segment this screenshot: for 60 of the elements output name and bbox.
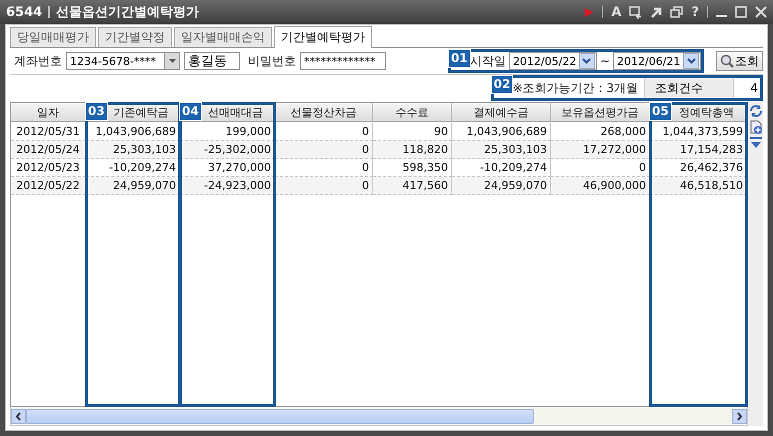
password-label: 비밀번호 <box>248 52 296 70</box>
password-field[interactable]: ************* <box>300 52 386 70</box>
table-cell: 17,154,283 <box>650 141 747 159</box>
restore-icon[interactable] <box>670 6 684 18</box>
horizontal-scrollbar[interactable] <box>10 407 748 426</box>
table-cell: 0 <box>275 141 373 159</box>
table-cell: 46,900,000 <box>551 177 650 195</box>
maximize-icon[interactable] <box>735 6 747 18</box>
table-cell: 118,820 <box>373 141 452 159</box>
start-date-field[interactable]: 2012/05/22 <box>508 52 597 70</box>
new-window-icon[interactable] <box>629 6 642 18</box>
table-cell: 24,959,070 <box>452 177 551 195</box>
column-header[interactable]: 수수료 <box>373 103 452 122</box>
period-note: ※조회가능기간 : 3개월 <box>512 80 638 96</box>
callout-badge: 03 <box>85 102 108 121</box>
tab[interactable]: 기간별예탁평가 <box>274 26 372 48</box>
close-icon[interactable] <box>755 6 767 18</box>
font-button[interactable]: A <box>611 4 622 20</box>
account-label: 계좌번호 <box>14 52 62 70</box>
table-cell: 2012/05/24 <box>11 141 86 159</box>
callout-badge: 02 <box>490 75 514 94</box>
caret-icon[interactable] <box>168 58 176 64</box>
search-button[interactable]: 조회 <box>716 51 763 71</box>
refresh-icon[interactable] <box>748 104 762 118</box>
table-cell: -25,302,000 <box>180 141 275 159</box>
count-label: 조회건수 <box>644 77 734 99</box>
tab[interactable]: 일자별매매손익 <box>174 27 272 47</box>
table-cell: 25,303,103 <box>452 141 551 159</box>
window-title: 선물옵션기간별예탁평가 <box>56 4 200 21</box>
range-separator: ~ <box>600 54 610 68</box>
move-down-icon[interactable] <box>748 136 762 150</box>
add-document-icon[interactable] <box>748 120 762 134</box>
table-cell: 0 <box>275 177 373 195</box>
arrow-icon[interactable] <box>650 6 662 18</box>
name-field: 홍길동 <box>184 52 240 70</box>
chevron-down-icon[interactable] <box>686 58 696 64</box>
table-cell: 2012/05/22 <box>11 177 86 195</box>
start-date-label: 시작일 <box>470 52 506 70</box>
tab[interactable]: 기간별약정 <box>98 27 172 47</box>
callout-badge: 01 <box>448 49 471 68</box>
help-button[interactable]: ? <box>691 4 699 20</box>
column-header[interactable]: 일자 <box>11 103 86 122</box>
callout-badge: 04 <box>179 102 202 121</box>
table-cell: 17,272,000 <box>551 141 650 159</box>
column-header[interactable]: 선물정산차금 <box>275 103 373 122</box>
table-cell: -24,923,000 <box>180 177 275 195</box>
table-cell: 417,560 <box>373 177 452 195</box>
column-header[interactable]: 결제예수금 <box>452 103 551 122</box>
table-cell: 25,303,103 <box>86 141 180 159</box>
tab[interactable]: 당일매매평가 <box>10 27 96 47</box>
table-cell: 46,518,510 <box>650 177 747 195</box>
chevron-down-icon[interactable] <box>582 58 592 64</box>
end-date-field[interactable]: 2012/06/21 <box>613 52 701 70</box>
window-number: 6544 <box>6 4 42 20</box>
table-cell: 24,959,070 <box>86 177 180 195</box>
column-header[interactable]: 보유옵션평가금 <box>551 103 650 122</box>
scroll-left-icon[interactable] <box>15 412 22 420</box>
scroll-right-icon[interactable] <box>736 412 743 420</box>
callout-badge: 05 <box>649 102 672 121</box>
search-icon[interactable] <box>720 54 734 68</box>
